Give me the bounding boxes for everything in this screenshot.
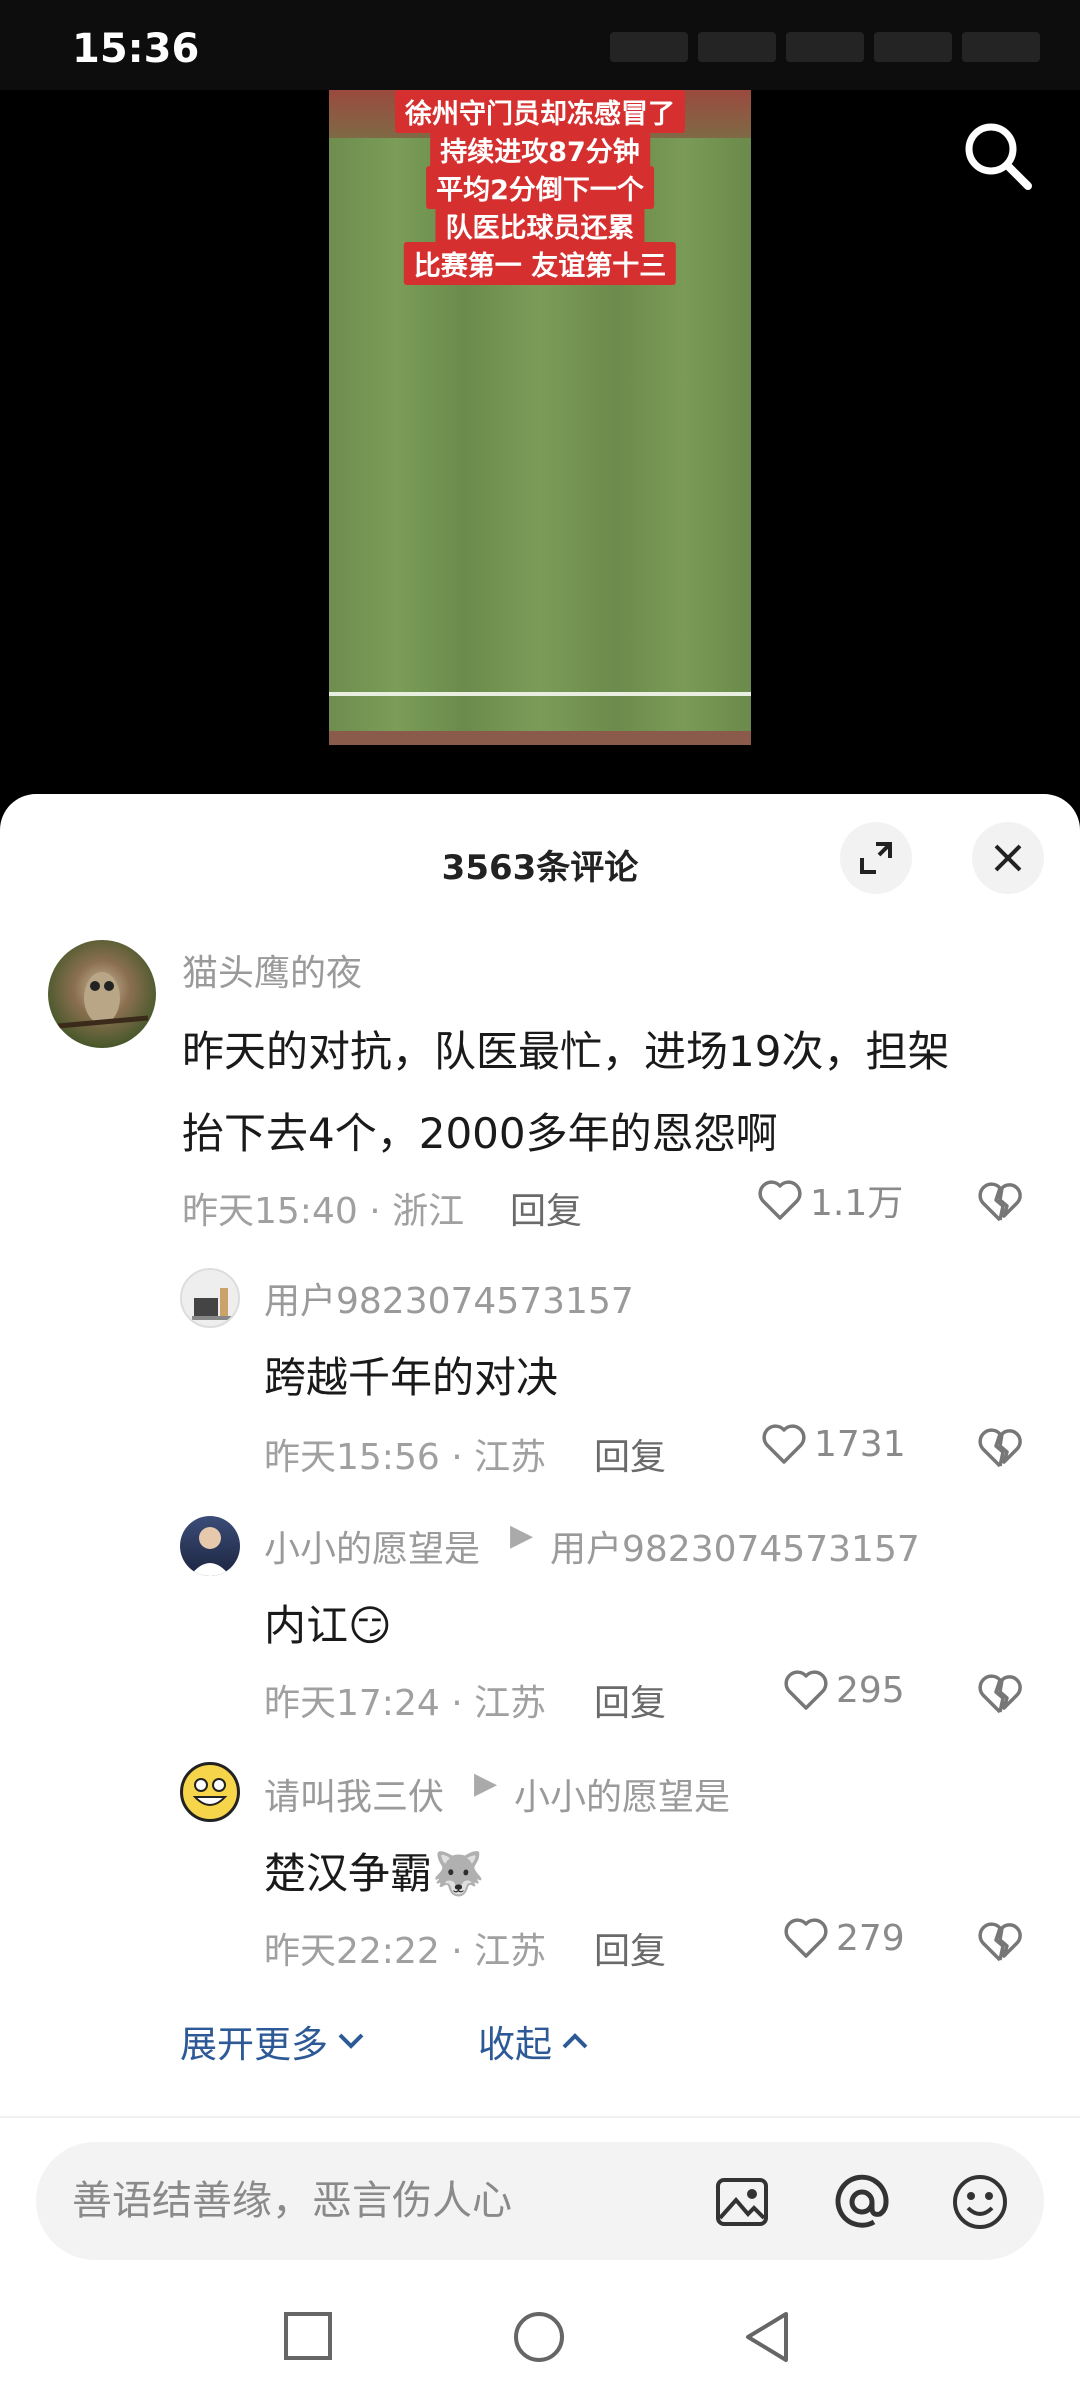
video-caption-5: 比赛第一 友谊第十三: [403, 242, 677, 285]
search-icon[interactable]: [960, 118, 1034, 192]
comment-input-bar[interactable]: [36, 2142, 1044, 2260]
chevron-up-icon: [562, 2033, 588, 2049]
reply-meta: 昨天22:22 · 江苏: [264, 1931, 547, 1972]
avatar-user-2[interactable]: [180, 1516, 240, 1576]
reply-to-username[interactable]: 用户9823074573157: [550, 1520, 920, 1572]
reply-to-username[interactable]: 小小的愿望是: [514, 1768, 730, 1820]
video-caption-3: 平均2分倒下一个: [426, 166, 654, 209]
avatar-user-3[interactable]: [180, 1762, 240, 1822]
reply-username[interactable]: 小小的愿望是: [264, 1520, 480, 1572]
collapse-link[interactable]: 收起: [478, 2014, 592, 2068]
reply-meta: 昨天17:24 · 江苏: [264, 1683, 547, 1724]
emoji-icon[interactable]: [950, 2172, 1010, 2232]
avatar-user-1[interactable]: [180, 1268, 240, 1328]
comment-username[interactable]: 猫头鹰的夜: [182, 944, 362, 996]
pitch-edge: [329, 731, 751, 745]
video-caption-1: 徐州守门员却冻感冒了: [395, 90, 685, 133]
at-icon[interactable]: [832, 2172, 892, 2232]
like-count: 1731: [814, 1423, 906, 1465]
home-circle-icon[interactable]: [506, 2304, 572, 2370]
expand-icon: [860, 842, 892, 874]
heart-icon: [762, 1424, 806, 1464]
reply-meta: 昨天15:56 · 江苏: [264, 1437, 547, 1478]
like-count: 295: [836, 1669, 905, 1711]
comment-text-line-1: 昨天的对抗，队医最忙，进场19次，担架: [182, 1027, 950, 1076]
image-icon[interactable]: [712, 2172, 772, 2232]
dislike-icon[interactable]: [976, 1670, 1024, 1718]
back-triangle-icon[interactable]: [736, 2304, 802, 2370]
video-caption-2: 持续进攻87分钟: [430, 128, 650, 171]
husky-emoji-icon: 🐺: [432, 1849, 485, 1898]
like-button[interactable]: 1731: [760, 1420, 906, 1468]
video-caption-4: 队医比球员还累: [435, 204, 645, 247]
pitch-line: [329, 692, 751, 696]
heart-icon: [784, 1670, 828, 1710]
expand-more-label: 展开更多: [180, 2023, 328, 2066]
comment-input[interactable]: [72, 2172, 712, 2230]
like-count: 1.1万: [810, 1183, 904, 1224]
status-time: 15:36: [72, 26, 200, 72]
reply-button[interactable]: 回复: [510, 1182, 582, 1234]
reply-button[interactable]: 回复: [594, 1674, 666, 1726]
comment-meta: 昨天15:40 · 浙江: [182, 1191, 465, 1232]
close-icon: [994, 844, 1022, 872]
heart-icon: [758, 1180, 802, 1220]
avatar-owl[interactable]: [48, 940, 156, 1048]
desk-icon: [192, 1288, 232, 1320]
grin-face-icon: [192, 1778, 228, 1806]
reply-arrow-icon: ▶: [510, 1518, 534, 1553]
dislike-icon[interactable]: [976, 1918, 1024, 1966]
reply-text: 跨越千年的对决: [264, 1353, 559, 1402]
expand-more-link[interactable]: 展开更多: [180, 2014, 368, 2068]
like-button[interactable]: 279: [782, 1914, 905, 1962]
reply-username[interactable]: 请叫我三伏: [264, 1768, 444, 1820]
close-button[interactable]: [972, 822, 1044, 894]
video-frame[interactable]: 徐州守门员却冻感冒了 持续进攻87分钟 平均2分倒下一个 队医比球员还累 比赛第…: [329, 90, 751, 745]
reply-username[interactable]: 用户9823074573157: [264, 1272, 634, 1324]
dislike-icon[interactable]: [976, 1424, 1024, 1472]
like-button[interactable]: 295: [782, 1666, 905, 1714]
reply-arrow-icon: ▶: [474, 1766, 498, 1801]
owl-icon: [57, 972, 149, 1029]
video-player[interactable]: 徐州守门员却冻感冒了 持续进攻87分钟 平均2分倒下一个 队医比球员还累 比赛第…: [0, 90, 1080, 794]
status-bar: 15:36: [0, 0, 1080, 90]
reply-button[interactable]: 回复: [594, 1428, 666, 1480]
comments-count-title: 3563条评论: [441, 848, 639, 888]
comment-text-line-2: 抬下去4个，2000多年的恩怨啊: [182, 1109, 778, 1158]
reply-button[interactable]: 回复: [594, 1922, 666, 1974]
reply-text: 内讧😏: [264, 1601, 392, 1650]
system-nav-bar: [0, 2280, 1080, 2400]
like-button[interactable]: 1.1万: [756, 1174, 903, 1226]
recents-square-icon[interactable]: [276, 2304, 342, 2370]
chevron-down-icon: [338, 2033, 364, 2049]
comments-panel: 3563条评论 猫头鹰的夜 昨天的对抗，队医最忙，进场19次，担架 抬下去4个，…: [0, 794, 1080, 2400]
input-divider: [0, 2116, 1080, 2118]
person-icon: [190, 1527, 230, 1576]
dislike-icon[interactable]: [976, 1178, 1024, 1226]
status-icons-blurred: [610, 32, 1040, 62]
reply-text: 楚汉争霸🐺: [264, 1849, 485, 1898]
collapse-label: 收起: [478, 2023, 552, 2066]
heart-icon: [784, 1918, 828, 1958]
like-count: 279: [836, 1917, 905, 1959]
smirk-emoji-icon: 😏: [348, 1601, 392, 1650]
expand-button[interactable]: [840, 822, 912, 894]
